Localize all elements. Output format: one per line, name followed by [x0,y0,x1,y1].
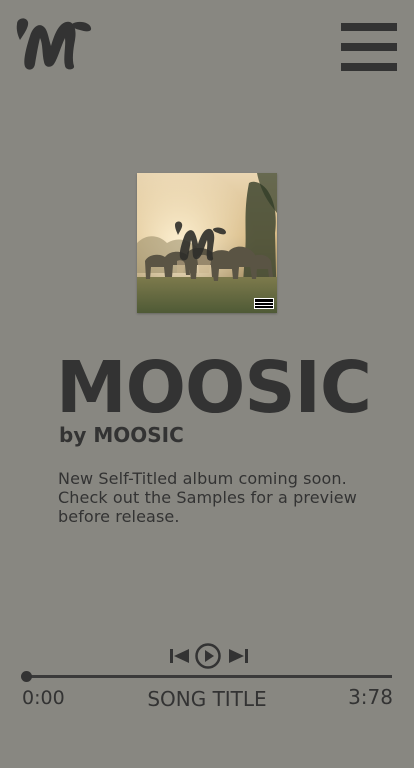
play-icon[interactable] [195,643,221,669]
progress-track[interactable] [26,675,392,678]
artist-name: by MOOSIC [59,423,184,447]
album-cover-image[interactable] [137,173,277,313]
hamburger-menu-icon[interactable] [341,23,397,71]
player-controls [170,643,250,669]
album-description: New Self-Titled album coming soon. Check… [58,469,357,526]
menu-bar [341,43,397,51]
menu-bar [341,63,397,71]
menu-bar [341,23,397,31]
album-title: MOOSIC [56,346,372,429]
skip-next-icon[interactable] [228,648,248,664]
skip-previous-icon[interactable] [170,648,190,664]
moosic-logo-icon[interactable] [14,14,94,72]
total-time: 3:78 [348,685,393,709]
progress-knob[interactable] [21,671,32,682]
